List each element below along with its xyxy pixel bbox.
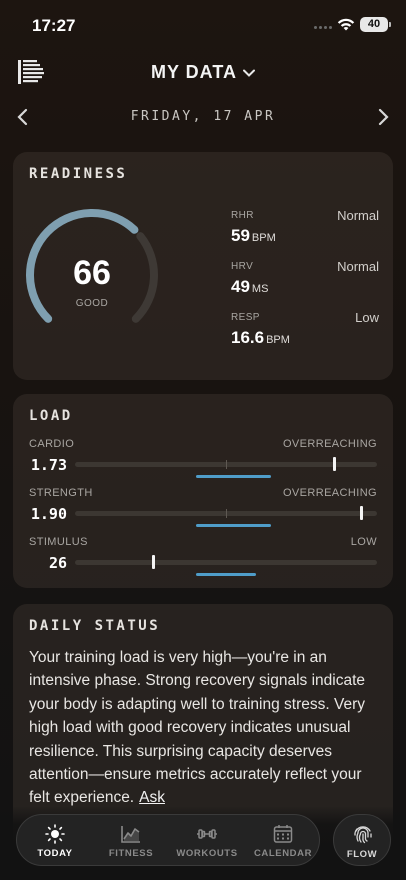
ask-link[interactable]: Ask bbox=[139, 789, 165, 806]
load-label: STRENGTH bbox=[29, 487, 93, 499]
tab-today[interactable]: TODAY bbox=[17, 815, 93, 867]
tab-bar: TODAY FITNESS WORKOUTS CALENDAR bbox=[16, 814, 320, 866]
load-title: LOAD bbox=[29, 408, 73, 424]
tab-label: FITNESS bbox=[108, 848, 154, 859]
tab-calendar[interactable]: CALENDAR bbox=[245, 815, 321, 867]
date-navigator: FRIDAY, 17 APR bbox=[0, 106, 406, 130]
load-row-stimulus: STIMULUS LOW 26 bbox=[29, 536, 377, 582]
dumbbell-icon bbox=[197, 829, 217, 839]
page-title-dropdown[interactable]: MY DATA bbox=[0, 62, 406, 83]
load-bar-optimal-range bbox=[195, 524, 272, 527]
load-label: STIMULUS bbox=[29, 536, 88, 548]
load-value: 1.90 bbox=[30, 505, 67, 523]
metric-value: 59 BPM bbox=[231, 226, 276, 245]
tab-label: CALENDAR bbox=[253, 848, 313, 859]
metric-label: RESP bbox=[231, 312, 260, 323]
cellular-signal-icon bbox=[314, 26, 334, 30]
load-bar-marker bbox=[360, 506, 364, 520]
flow-label: FLOW bbox=[346, 849, 378, 860]
metric-label: HRV bbox=[231, 261, 254, 272]
battery-indicator: 40 bbox=[360, 17, 391, 32]
load-value: 26 bbox=[48, 554, 67, 572]
calendar-icon bbox=[273, 825, 293, 843]
load-bar-marker bbox=[333, 457, 337, 471]
metric-value: 49 MS bbox=[231, 277, 269, 296]
load-status: OVERREACHING bbox=[282, 487, 377, 499]
tab-label: WORKOUTS bbox=[176, 848, 238, 859]
load-status: LOW bbox=[350, 536, 377, 548]
load-bar-optimal-range bbox=[195, 573, 257, 576]
metric-rhr: RHR Normal 59 BPM bbox=[231, 208, 379, 250]
page-title: MY DATA bbox=[151, 62, 237, 82]
load-bar-marker bbox=[152, 555, 156, 569]
readiness-score-label: GOOD bbox=[75, 298, 109, 309]
chart-icon bbox=[121, 826, 140, 843]
chevron-down-icon bbox=[243, 69, 255, 78]
metric-status: Normal bbox=[337, 259, 379, 274]
metric-hrv: HRV Normal 49 MS bbox=[231, 259, 379, 301]
date-label[interactable]: FRIDAY, 17 APR bbox=[0, 109, 406, 124]
load-bar-optimal-range bbox=[195, 475, 272, 478]
tab-label: TODAY bbox=[37, 848, 73, 859]
readiness-card[interactable]: READINESS 66 GOOD RHR Normal 59 BPM HRV N… bbox=[13, 152, 393, 380]
metric-value: 16.6 BPM bbox=[231, 328, 290, 347]
fingerprint-icon bbox=[354, 826, 372, 844]
daily-status-body: Your training load is very high—you're i… bbox=[29, 649, 366, 807]
load-bar-midpoint bbox=[226, 509, 227, 518]
load-row-strength: STRENGTH OVERREACHING 1.90 bbox=[29, 487, 377, 533]
status-time: 17:27 bbox=[32, 16, 76, 35]
load-bar bbox=[75, 506, 377, 527]
metric-status: Normal bbox=[337, 208, 379, 223]
flow-button[interactable]: FLOW bbox=[333, 814, 391, 866]
load-label: CARDIO bbox=[29, 438, 75, 450]
wifi-icon bbox=[337, 18, 355, 31]
tab-workouts[interactable]: WORKOUTS bbox=[169, 815, 245, 867]
daily-status-title: DAILY STATUS bbox=[29, 618, 161, 634]
readiness-title: READINESS bbox=[29, 166, 128, 182]
chevron-right-icon[interactable] bbox=[376, 108, 390, 126]
readiness-score: 66 bbox=[73, 254, 111, 292]
load-value: 1.73 bbox=[30, 456, 67, 474]
load-bar-midpoint bbox=[226, 460, 227, 469]
metric-status: Low bbox=[355, 310, 379, 325]
status-bar: 17:27 40 bbox=[0, 0, 406, 50]
load-row-cardio: CARDIO OVERREACHING 1.73 bbox=[29, 438, 377, 484]
metric-label: RHR bbox=[231, 210, 254, 221]
tab-fitness[interactable]: FITNESS bbox=[93, 815, 169, 867]
daily-status-text: Your training load is very high—you're i… bbox=[29, 646, 377, 810]
load-bar bbox=[75, 457, 377, 478]
load-bar bbox=[75, 555, 377, 576]
load-card[interactable]: LOAD CARDIO OVERREACHING 1.73 STRENGTH O… bbox=[13, 394, 393, 588]
sun-icon bbox=[45, 824, 65, 844]
metric-resp: RESP Low 16.6 BPM bbox=[231, 310, 379, 352]
load-status: OVERREACHING bbox=[282, 438, 377, 450]
